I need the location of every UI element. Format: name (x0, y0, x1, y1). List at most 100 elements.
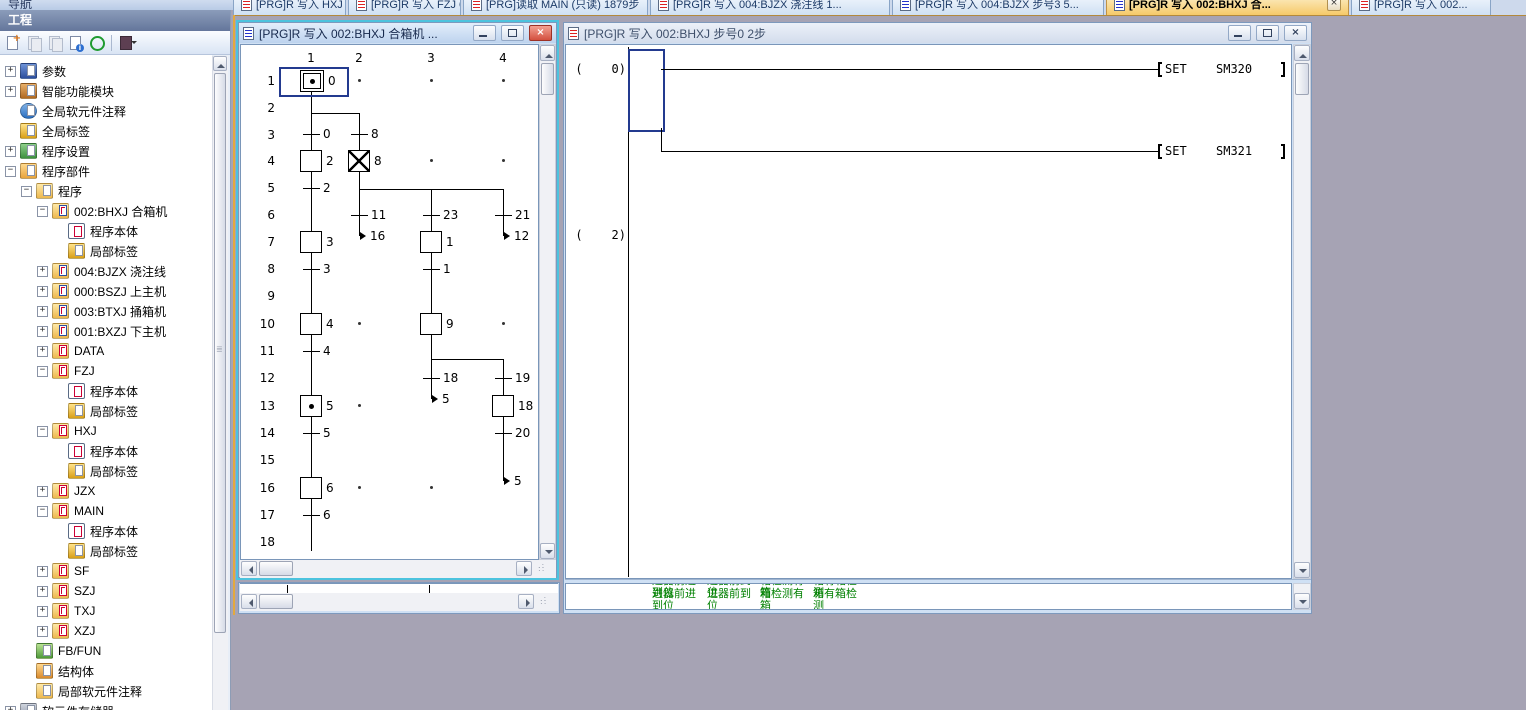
tree-item-local-label[interactable]: 局部标签 (0, 541, 212, 561)
restore-button[interactable] (501, 25, 524, 41)
close-button[interactable]: × (529, 25, 552, 41)
tree-item-local-label[interactable]: 局部标签 (0, 461, 212, 481)
tree-item-program-body[interactable]: 程序本体 (0, 381, 212, 401)
new-data-icon[interactable]: + (4, 34, 21, 51)
tree-item-jzx[interactable]: +JZX (0, 481, 212, 501)
tree-item-main[interactable]: −MAIN (0, 501, 212, 521)
tree-item-002-bhxj[interactable]: −002:BHXJ 合箱机 (0, 201, 212, 221)
tab-004-bjzx-step3[interactable]: [PRG]R 写入 004:BJZX 步号3 5... (892, 0, 1104, 15)
expander-icon[interactable]: + (37, 306, 48, 317)
comment-pane[interactable]: 进器前进到位 进器前到位 箱检测有箱 箱有箱检测 进器前进到位 进器前到位 箱检… (565, 583, 1292, 610)
tree-item-program[interactable]: −程序 (0, 181, 212, 201)
tree-item-sf[interactable]: +SF (0, 561, 212, 581)
copy-icon[interactable] (25, 34, 42, 51)
tree-item-000-bszj[interactable]: +000:BSZJ 上主机 (0, 281, 212, 301)
ladder-document-icon (471, 0, 482, 11)
device-memory-icon (20, 703, 37, 710)
tree-item-local-label[interactable]: 局部标签 (0, 241, 212, 261)
program-icon (52, 483, 69, 499)
tree-item-003-btxj[interactable]: +003:BTXJ 捅箱机 (0, 301, 212, 321)
sfc-horizontal-scrollbar[interactable]: .::: (240, 560, 556, 578)
tree-item-fb-fun[interactable]: FB/FUN (0, 641, 212, 661)
expander-icon[interactable]: + (5, 86, 16, 97)
tab-close-icon[interactable]: × (1327, 0, 1341, 11)
expander-icon[interactable]: − (21, 186, 32, 197)
expander-icon[interactable]: + (5, 66, 16, 77)
tree-item-device-memory[interactable]: +软元件存储器 (0, 701, 212, 710)
tree-item-structure[interactable]: 结构体 (0, 661, 212, 681)
resize-grip[interactable]: .::: (538, 564, 545, 570)
ladder-vertical-scrollbar[interactable] (1293, 44, 1311, 579)
tree-item-hxj[interactable]: −HXJ (0, 421, 212, 441)
expander-icon[interactable]: + (5, 706, 16, 710)
refresh-icon[interactable] (88, 34, 105, 51)
tab-main-readonly[interactable]: [PRG]读取 MAIN (只读) 1879步 (463, 0, 648, 15)
tree-item-global-label[interactable]: 全局标签 (0, 121, 212, 141)
program-icon (52, 563, 69, 579)
local-device-comment-icon (36, 683, 53, 699)
resize-grip[interactable]: .::: (540, 597, 547, 603)
expander-icon[interactable]: − (5, 166, 16, 177)
expander-icon[interactable]: − (37, 366, 48, 377)
close-button[interactable]: × (1284, 25, 1307, 41)
expander-icon[interactable]: + (37, 606, 48, 617)
expander-icon[interactable]: + (37, 626, 48, 637)
expander-icon[interactable]: + (37, 586, 48, 597)
tree-item-local-device-comment[interactable]: 局部软元件注释 (0, 681, 212, 701)
tree-item-local-label[interactable]: 局部标签 (0, 401, 212, 421)
sort-filter-icon[interactable] (118, 34, 135, 51)
paste-icon[interactable] (46, 34, 63, 51)
tree-item-004-bjzx[interactable]: +004:BJZX 浇注线 (0, 261, 212, 281)
expander-icon[interactable]: + (37, 286, 48, 297)
tree-item-program-setting[interactable]: +程序设置 (0, 141, 212, 161)
minimize-button[interactable] (473, 25, 496, 41)
tree-item-fzj[interactable]: −FZJ (0, 361, 212, 381)
ladder-canvas[interactable] (565, 44, 1292, 579)
expander-icon[interactable]: − (37, 506, 48, 517)
pou-icon (20, 163, 37, 179)
tree-item-xzj[interactable]: +XZJ (0, 621, 212, 641)
ladder-window-titlebar[interactable]: [PRG]R 写入 002:BHXJ 步号0 2步 × (564, 23, 1311, 43)
tab-002-overflow[interactable]: [PRG]R 写入 002... (1351, 0, 1491, 15)
expander-icon[interactable]: + (37, 326, 48, 337)
expander-icon[interactable]: − (37, 426, 48, 437)
tree-item-parameters[interactable]: +参数 (0, 61, 212, 81)
tree-item-program-body[interactable]: 程序本体 (0, 521, 212, 541)
property-icon[interactable]: i (67, 34, 84, 51)
expander-icon[interactable]: + (37, 266, 48, 277)
sfc-canvas[interactable] (240, 44, 539, 560)
tab-002-bhxj-active[interactable]: [PRG]R 写入 002:BHXJ 合...× (1106, 0, 1349, 15)
restore-button[interactable] (1256, 25, 1279, 41)
tree-item-program-body[interactable]: 程序本体 (0, 221, 212, 241)
program-icon (52, 303, 69, 319)
tree-item-001-bxzj[interactable]: +001:BXZJ 下主机 (0, 321, 212, 341)
tab-fzj[interactable]: [PRG]R 写入 FZJ 618步 (348, 0, 461, 15)
expander-icon[interactable]: + (5, 146, 16, 157)
program-icon (52, 323, 69, 339)
tree-item-program-body[interactable]: 程序本体 (0, 441, 212, 461)
sfc-document-icon (900, 0, 911, 11)
expander-icon[interactable]: − (37, 206, 48, 217)
expander-icon[interactable]: + (37, 486, 48, 497)
sfc-vertical-scrollbar[interactable] (539, 44, 556, 560)
background-window-content (240, 583, 558, 593)
tree-item-global-device-comment[interactable]: 全局软元件注释 (0, 101, 212, 121)
tree-scrollbar[interactable]: == (212, 56, 228, 710)
tree-item-txj[interactable]: +TXJ (0, 601, 212, 621)
tree-item-data[interactable]: +DATA (0, 341, 212, 361)
expander-icon[interactable]: + (37, 346, 48, 357)
device-comment: 箱有箱检测 (813, 588, 861, 610)
minimize-button[interactable] (1228, 25, 1251, 41)
tab-hxj[interactable]: [PRG]R 写入 HXJ 609步 (233, 0, 346, 15)
navigation-panel-header[interactable]: 导航 (0, 0, 238, 10)
ladder-zoom-window: [PRG]R 写入 002:BHXJ 步号0 2步 × ( 0) ( 2) SE… (563, 22, 1312, 614)
tab-004-bjzx[interactable]: [PRG]R 写入 004:BJZX 浇注线 1... (650, 0, 890, 15)
tree-item-szj[interactable]: +SZJ (0, 581, 212, 601)
sfc-window-titlebar[interactable]: [PRG]R 写入 002:BHXJ 合箱机 ... × (239, 23, 556, 43)
tree-item-pou[interactable]: −程序部件 (0, 161, 212, 181)
tree-item-intelligent-module[interactable]: +智能功能模块 (0, 81, 212, 101)
expander-icon[interactable]: + (37, 566, 48, 577)
comment-pane-scrollbar[interactable] (1293, 583, 1311, 610)
navigation-title: 导航 (8, 0, 32, 10)
horizontal-scrollbar[interactable]: .::: (240, 593, 558, 611)
